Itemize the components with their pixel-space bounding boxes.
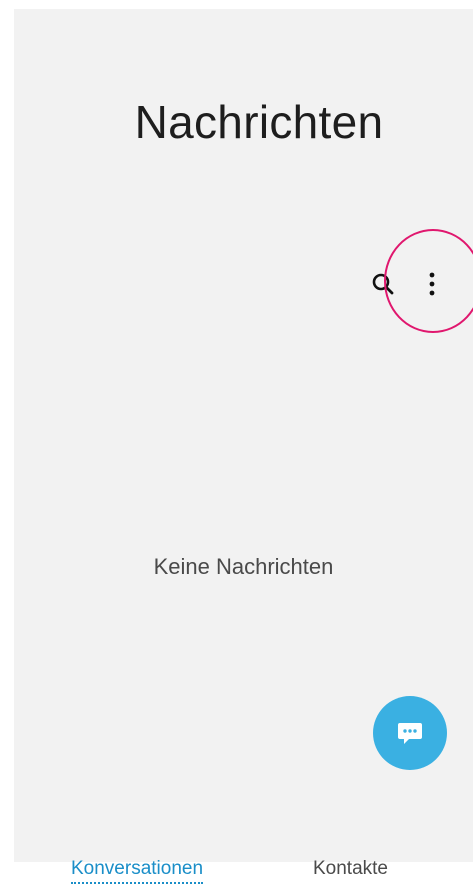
- chat-bubble-icon: [398, 723, 422, 744]
- more-vertical-icon: [429, 272, 435, 296]
- new-message-button[interactable]: [373, 696, 447, 770]
- tab-label: Kontakte: [313, 858, 388, 879]
- tab-konversationen[interactable]: Konversationen: [71, 858, 204, 884]
- search-icon: [372, 273, 394, 295]
- tab-kontakte[interactable]: Kontakte: [313, 858, 388, 880]
- search-button[interactable]: [370, 271, 396, 297]
- more-options-button[interactable]: [420, 269, 444, 301]
- empty-state-text: Keine Nachrichten: [153, 554, 334, 579]
- page-title: Nachrichten: [134, 96, 384, 148]
- tab-label: Konversationen: [71, 858, 204, 884]
- app-screen: Nachrichten Keine Nachrichten: [14, 9, 473, 862]
